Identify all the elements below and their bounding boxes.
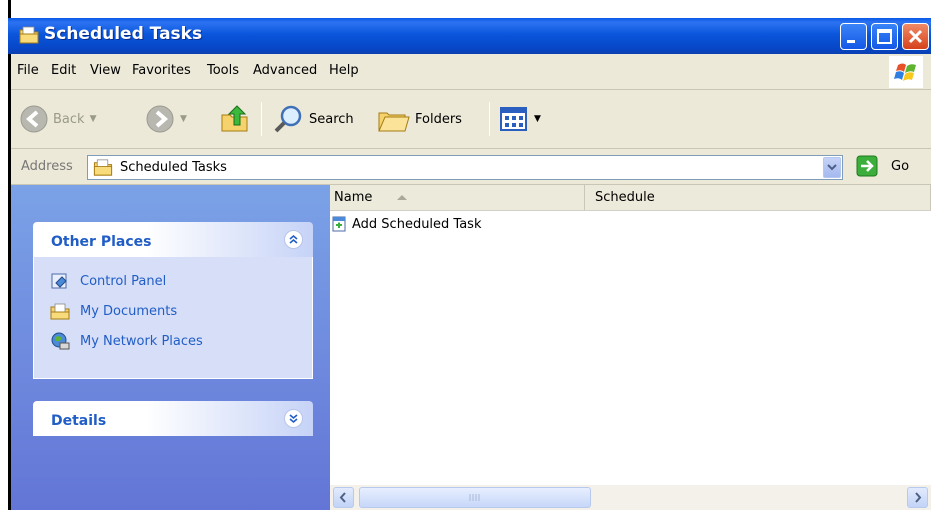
- minimize-icon: [847, 40, 855, 43]
- search-button[interactable]: Search: [273, 100, 354, 138]
- horizontal-scrollbar[interactable]: [330, 485, 931, 510]
- other-places-panel: Other Places Control Panel My Documents …: [33, 222, 313, 379]
- window-title: Scheduled Tasks: [44, 24, 203, 44]
- forward-button[interactable]: ▼: [145, 100, 187, 138]
- list-item[interactable]: Add Scheduled Task: [332, 216, 481, 232]
- menu-favorites[interactable]: Favorites: [132, 63, 191, 78]
- close-icon: [908, 29, 923, 44]
- go-arrow-icon[interactable]: [856, 155, 878, 177]
- folders-icon: [378, 112, 410, 132]
- menu-bar: File Edit View Favorites Tools Advanced …: [11, 54, 931, 90]
- up-folder-icon: [221, 105, 248, 132]
- scroll-right-button[interactable]: [907, 487, 928, 508]
- back-label: Back: [53, 111, 85, 127]
- folders-button[interactable]: Folders: [377, 100, 462, 138]
- scheduled-tasks-folder-icon: [19, 26, 39, 44]
- double-chevron-up-icon: [289, 234, 298, 244]
- maximize-button[interactable]: [871, 23, 898, 50]
- collapse-button[interactable]: [284, 230, 303, 249]
- column-label: Name: [334, 190, 373, 205]
- chevron-down-icon[interactable]: ▼: [90, 114, 97, 124]
- my-documents-icon: [50, 303, 70, 320]
- scroll-left-button[interactable]: [333, 487, 354, 508]
- control-panel-icon: [51, 273, 67, 289]
- add-task-icon: [332, 216, 346, 232]
- menu-tools[interactable]: Tools: [207, 63, 239, 78]
- chevron-down-icon[interactable]: ▼: [180, 114, 187, 124]
- other-places-title: Other Places: [51, 234, 152, 250]
- explorer-window: Scheduled Tasks File Edit View Favorites…: [0, 0, 931, 510]
- close-button[interactable]: [902, 23, 929, 50]
- place-control-panel[interactable]: Control Panel: [50, 271, 166, 291]
- place-label: My Documents: [80, 303, 178, 319]
- expand-button[interactable]: [284, 409, 303, 428]
- other-places-body: Control Panel My Documents My Network Pl…: [33, 257, 313, 379]
- menu-help[interactable]: Help: [329, 63, 359, 78]
- scroll-thumb[interactable]: [359, 487, 591, 508]
- place-my-documents[interactable]: My Documents: [50, 301, 177, 321]
- double-chevron-down-icon: [289, 414, 298, 424]
- chevron-down-icon: [827, 164, 837, 171]
- details-panel: Details: [33, 401, 313, 436]
- other-places-header[interactable]: Other Places: [33, 222, 313, 257]
- address-bar: Address Scheduled Tasks Go: [11, 149, 931, 185]
- place-my-network-places[interactable]: My Network Places: [50, 331, 203, 351]
- menu-file[interactable]: File: [17, 63, 39, 78]
- column-header-schedule[interactable]: Schedule: [585, 185, 931, 211]
- address-field[interactable]: Scheduled Tasks: [87, 155, 843, 180]
- search-label: Search: [309, 111, 354, 127]
- menu-advanced[interactable]: Advanced: [253, 63, 317, 78]
- title-bar[interactable]: Scheduled Tasks: [8, 18, 931, 54]
- task-pane: Other Places Control Panel My Documents …: [11, 185, 330, 510]
- views-button[interactable]: ▼: [499, 100, 541, 138]
- forward-arrow-icon: [146, 105, 174, 133]
- up-folder-button[interactable]: [219, 100, 251, 138]
- list-item-label: Add Scheduled Task: [352, 216, 482, 232]
- toolbar-separator: [261, 102, 262, 136]
- folders-label: Folders: [415, 111, 462, 127]
- toolbar: Back ▼ ▼ Search Folders ▼: [11, 90, 931, 149]
- details-header[interactable]: Details: [33, 401, 313, 436]
- back-button[interactable]: Back ▼: [19, 100, 96, 138]
- minimize-button[interactable]: [840, 23, 867, 50]
- go-button[interactable]: Go: [891, 159, 909, 174]
- chevron-left-icon: [339, 492, 346, 503]
- place-label: My Network Places: [80, 333, 203, 349]
- chevron-down-icon[interactable]: ▼: [534, 114, 541, 124]
- maximize-icon: [877, 29, 892, 44]
- back-arrow-icon: [20, 105, 48, 133]
- column-label: Schedule: [595, 190, 655, 205]
- network-places-icon: [51, 332, 70, 350]
- sort-ascending-icon: [397, 195, 407, 200]
- address-label: Address: [21, 159, 73, 174]
- chevron-right-icon: [915, 492, 922, 503]
- column-header-name[interactable]: Name: [330, 185, 585, 211]
- place-label: Control Panel: [80, 273, 167, 289]
- views-icon: [500, 107, 527, 131]
- address-value: Scheduled Tasks: [120, 160, 227, 175]
- details-title: Details: [51, 413, 107, 429]
- file-list[interactable]: Name Schedule Add Scheduled Task: [330, 185, 931, 510]
- scheduled-tasks-folder-icon: [93, 159, 113, 176]
- address-dropdown-button[interactable]: [823, 157, 841, 178]
- windows-logo-icon: [889, 56, 923, 88]
- search-icon: [274, 105, 302, 133]
- menu-view[interactable]: View: [90, 63, 121, 78]
- grip-icon: [469, 494, 480, 501]
- toolbar-separator: [489, 102, 490, 136]
- menu-edit[interactable]: Edit: [51, 63, 76, 78]
